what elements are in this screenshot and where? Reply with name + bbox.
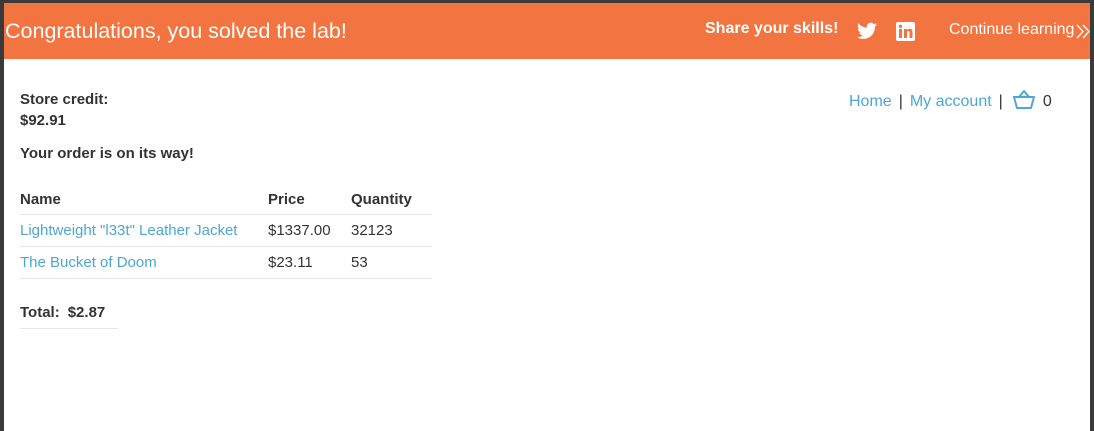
- continue-learning-link[interactable]: Continue learning: [949, 21, 1074, 39]
- linkedin-icon[interactable]: [896, 22, 915, 41]
- table-row: Lightweight "l33t" Leather Jacket $1337.…: [20, 214, 432, 247]
- column-header-name: Name: [20, 183, 268, 215]
- item-price: $1337.00: [268, 214, 351, 247]
- total-label: Total:: [20, 304, 60, 321]
- product-link[interactable]: The Bucket of Doom: [20, 254, 157, 271]
- cart-count: 0: [1042, 93, 1052, 110]
- table-header-row: Name Price Quantity: [20, 183, 432, 215]
- my-account-link[interactable]: My account: [910, 93, 992, 110]
- banner-title: Congratulations, you solved the lab!: [5, 19, 347, 43]
- page: Congratulations, you solved the lab! Sha…: [4, 3, 1090, 431]
- column-header-price: Price: [268, 183, 351, 215]
- total-value: $2.87: [67, 304, 106, 321]
- item-name-cell: The Bucket of Doom: [20, 246, 268, 279]
- table-row: The Bucket of Doom $23.11 53: [20, 246, 432, 279]
- order-status-message: Your order is on its way!: [20, 145, 194, 162]
- item-quantity: 53: [351, 246, 432, 279]
- lab-solved-banner: Congratulations, you solved the lab! Sha…: [4, 3, 1090, 59]
- store-credit-label: Store credit:: [20, 91, 109, 108]
- chevron-right-icon: [1076, 24, 1090, 39]
- store-credit-value: $92.91: [20, 112, 66, 129]
- top-nav: Home | My account | 0: [849, 90, 1052, 111]
- order-total: Total: $2.87: [20, 304, 118, 329]
- nav-separator: |: [998, 93, 1003, 110]
- twitter-icon[interactable]: [857, 22, 877, 40]
- product-link[interactable]: Lightweight "l33t" Leather Jacket: [20, 222, 237, 239]
- item-quantity: 32123: [351, 214, 432, 247]
- cart-icon[interactable]: [1012, 90, 1035, 110]
- home-link[interactable]: Home: [849, 93, 892, 110]
- share-label: Share your skills!: [705, 20, 839, 37]
- column-header-quantity: Quantity: [351, 183, 432, 215]
- order-items-table: Name Price Quantity Lightweight "l33t" L…: [20, 183, 432, 279]
- nav-separator: |: [898, 93, 903, 110]
- item-price: $23.11: [268, 246, 351, 279]
- item-name-cell: Lightweight "l33t" Leather Jacket: [20, 214, 268, 247]
